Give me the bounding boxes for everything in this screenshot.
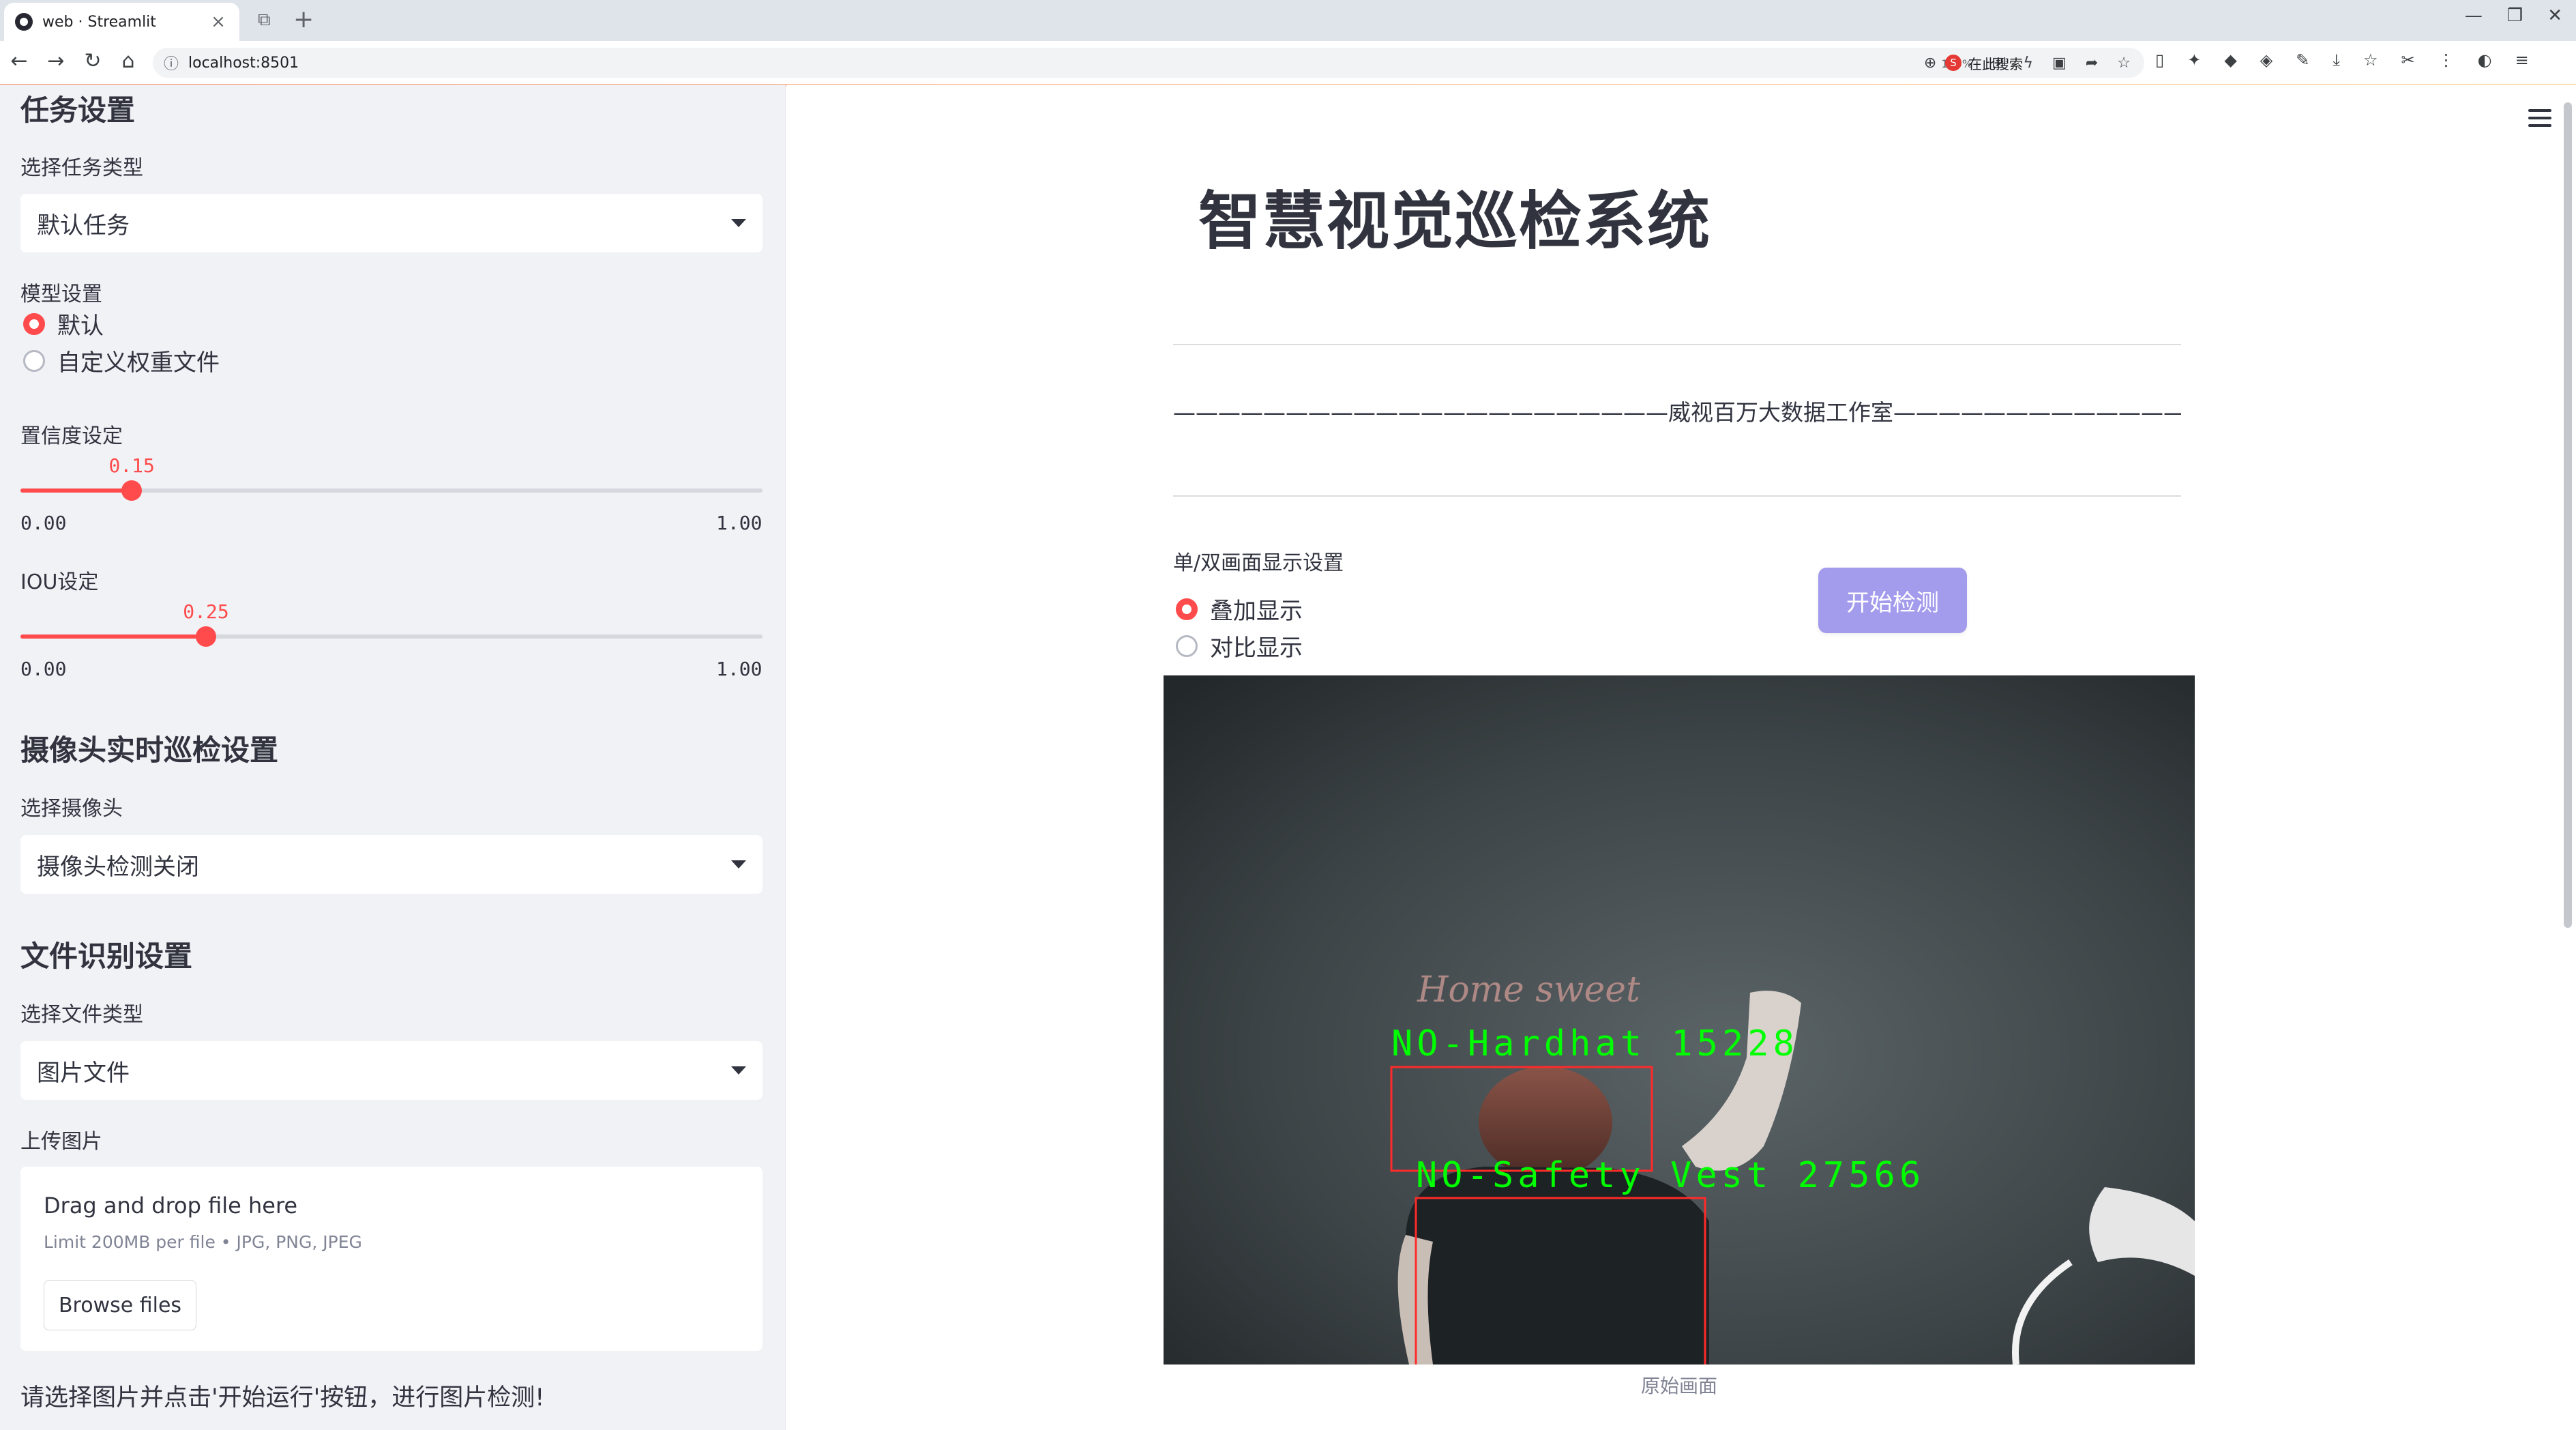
- display-mode-label: 单/双画面显示设置: [1173, 551, 1344, 575]
- forward-icon[interactable]: →: [42, 49, 70, 73]
- dropzone-limit: Limit 200MB per file • JPG, PNG, JPEG: [44, 1232, 362, 1252]
- tab-group-icon[interactable]: ⧉: [258, 10, 271, 31]
- model-option-default[interactable]: 默认: [23, 307, 104, 340]
- display-option-overlay[interactable]: 叠加显示: [1176, 592, 1303, 626]
- confidence-value: 0.15: [108, 454, 155, 477]
- camera-select[interactable]: 摄像头检测关闭: [20, 835, 763, 894]
- close-window-icon[interactable]: ✕: [2547, 5, 2562, 26]
- task-type-label: 选择任务类型: [20, 156, 143, 180]
- main-content: 智慧视觉巡检系统 ——————————————————————威视百万大数据工作…: [786, 85, 2576, 1430]
- search-engine-icon: S: [1945, 55, 1961, 71]
- page-title: 智慧视觉巡检系统: [1198, 185, 1711, 258]
- model-label: 模型设置: [20, 282, 102, 306]
- start-detection-button[interactable]: 开始检测: [1818, 568, 1967, 633]
- detection-image: Home sweet NO-Hardhat 15228 NO-Safety Ve…: [1164, 675, 2195, 1365]
- search-placeholder: 在此搜索: [1968, 55, 2023, 72]
- camera-section-title: 摄像头实时巡检设置: [20, 733, 279, 767]
- sidebar: 任务设置 选择任务类型 默认任务 模型设置 默认 自定义权重文件 置信度设定 0…: [0, 85, 786, 1430]
- task-type-select[interactable]: 默认任务: [20, 194, 763, 252]
- window-controls: — ❐ ✕: [2465, 5, 2562, 26]
- confidence-slider-fill: [20, 488, 132, 493]
- chalkboard-writing: Home sweet: [1417, 969, 1640, 1010]
- browser-menu-icon[interactable]: ≡: [2515, 50, 2529, 70]
- camera-value: 摄像头检测关闭: [37, 853, 199, 881]
- detection-label-vest: NO-Safety Vest 27566: [1416, 1155, 1925, 1196]
- divider: [1173, 344, 2181, 345]
- task-section-title: 任务设置: [20, 93, 136, 127]
- address-bar-row: ← → ↻ ⌂ ⓘ localhost:8501 ⊕ 140% ⊞ ϟ ▣ ➦ …: [0, 41, 2576, 85]
- home-icon[interactable]: ⌂: [115, 49, 142, 73]
- browser-tabbar: web · Streamlit × ⧉ + — ❐ ✕: [0, 0, 2576, 41]
- confidence-min: 0.00: [20, 512, 67, 534]
- minimize-icon[interactable]: —: [2465, 5, 2483, 26]
- favorites-icon[interactable]: ☆: [2363, 50, 2378, 70]
- display-option-label: 叠加显示: [1210, 598, 1303, 625]
- url-text: localhost:8501: [188, 54, 299, 72]
- tab-title: web · Streamlit: [42, 13, 156, 31]
- search-box[interactable]: S 在此搜索: [1937, 48, 2142, 78]
- detection-label-hardhat: NO-Hardhat 15228: [1391, 1023, 1798, 1064]
- back-icon[interactable]: ←: [5, 49, 33, 73]
- app-menu-icon[interactable]: [2528, 109, 2551, 132]
- display-option-label: 对比显示: [1210, 634, 1303, 662]
- radio-selected-icon: [1176, 598, 1198, 620]
- chevron-down-icon: [731, 1066, 746, 1075]
- model-option-label: 自定义权重文件: [57, 349, 220, 377]
- model-option-custom[interactable]: 自定义权重文件: [23, 344, 220, 377]
- download-icon[interactable]: ⤓: [2333, 50, 2340, 70]
- cut-icon[interactable]: ✂: [2401, 50, 2415, 70]
- restore-icon[interactable]: ❐: [2507, 5, 2523, 26]
- file-type-value: 图片文件: [37, 1059, 130, 1087]
- url-field[interactable]: ⓘ localhost:8501 ⊕ 140% ⊞ ϟ ▣ ➦ ☆: [153, 48, 2144, 78]
- close-tab-icon[interactable]: ×: [208, 12, 228, 32]
- confidence-label: 置信度设定: [20, 424, 123, 448]
- scrollbar[interactable]: [2564, 102, 2572, 928]
- camera-label: 选择摄像头: [20, 797, 123, 821]
- iou-label: IOU设定: [20, 570, 99, 594]
- confidence-slider[interactable]: [20, 480, 763, 501]
- studio-subtitle: ——————————————————————威视百万大数据工作室————————…: [1173, 399, 2181, 426]
- confidence-max: 1.00: [716, 512, 763, 534]
- browser-toolbar: ▯ ✦ ◆ ◈ ✎ ⤓ ☆ ✂ ⋮ ◐ ≡: [2155, 50, 2529, 70]
- instruction-text: 请选择图片并点击'开始运行'按钮，进行图片检测!: [20, 1384, 545, 1412]
- note-icon[interactable]: ✎: [2296, 50, 2309, 70]
- site-info-icon[interactable]: ⓘ: [164, 52, 179, 74]
- extension-icon[interactable]: ◆: [2224, 50, 2236, 70]
- iou-slider-fill: [20, 634, 206, 639]
- file-section-title: 文件识别设置: [20, 939, 193, 973]
- divider: [1173, 495, 2181, 497]
- reload-icon[interactable]: ↻: [79, 49, 106, 73]
- iou-max: 1.00: [716, 658, 763, 680]
- dropzone-title: Drag and drop file here: [44, 1193, 298, 1219]
- chevron-down-icon: [731, 219, 746, 227]
- radio-unselected-icon: [23, 349, 45, 372]
- avatar-icon[interactable]: ◐: [2478, 50, 2492, 70]
- iou-slider[interactable]: [20, 626, 763, 647]
- more-menu-icon[interactable]: ⋮: [2438, 50, 2455, 70]
- streamlit-favicon-icon: [15, 13, 33, 31]
- translate-ext-icon[interactable]: ◈: [2260, 50, 2272, 70]
- iou-value: 0.25: [183, 600, 229, 623]
- task-type-value: 默认任务: [37, 211, 130, 239]
- file-dropzone[interactable]: Drag and drop file here Limit 200MB per …: [20, 1167, 763, 1351]
- browser-tab[interactable]: web · Streamlit ×: [4, 3, 239, 41]
- phone-icon[interactable]: ▯: [2155, 50, 2164, 70]
- chevron-down-icon: [731, 860, 746, 869]
- ai-assistant-icon[interactable]: ✦: [2187, 50, 2201, 70]
- iou-slider-thumb[interactable]: [196, 626, 216, 647]
- model-option-label: 默认: [57, 312, 104, 340]
- file-type-select[interactable]: 图片文件: [20, 1041, 763, 1100]
- radio-unselected-icon: [1176, 634, 1198, 657]
- radio-selected-icon: [23, 312, 45, 335]
- iou-min: 0.00: [20, 658, 67, 680]
- browse-files-button[interactable]: Browse files: [44, 1280, 196, 1330]
- file-type-label: 选择文件类型: [20, 1003, 143, 1027]
- image-caption: 原始画面: [1640, 1375, 1717, 1397]
- new-tab-icon[interactable]: +: [293, 5, 314, 33]
- detection-image-canvas: Home sweet NO-Hardhat 15228 NO-Safety Ve…: [1164, 675, 2195, 1365]
- confidence-slider-thumb[interactable]: [121, 480, 143, 501]
- person-body: [1406, 1167, 1709, 1365]
- display-option-compare[interactable]: 对比显示: [1176, 629, 1303, 662]
- upload-label: 上传图片: [20, 1130, 102, 1154]
